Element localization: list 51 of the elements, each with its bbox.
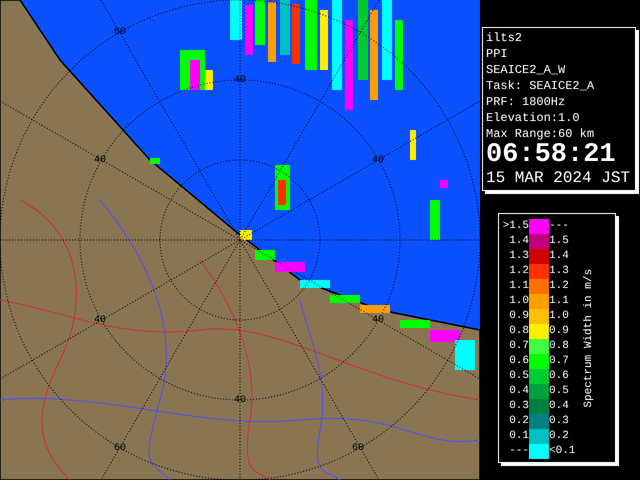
legend-lower-label: 0.4 [508, 384, 529, 398]
legend-upper-label: --- [549, 218, 570, 234]
legend-lower-label: 1.0 [508, 294, 529, 308]
legend-upper-label: <0.1 [549, 444, 576, 458]
legend-lower-label: 0.7 [508, 338, 529, 354]
range-label: 40 [372, 315, 384, 326]
legend-upper-label: 1.5 [549, 234, 570, 248]
legend-upper-label: 0.9 [549, 324, 570, 338]
legend-upper-label: 0.6 [549, 368, 570, 384]
info-line: Elevation:1.0 [486, 110, 581, 126]
range-label: 60 [114, 443, 126, 454]
range-label: 60 [352, 443, 364, 454]
legend-lower-label: 0.9 [508, 308, 529, 324]
legend-upper-label: 0.8 [549, 338, 570, 354]
info-line: ilts2 [486, 30, 524, 46]
legend-lower-label: 0.2 [508, 414, 529, 428]
legend-lower-label: >1.5 [502, 218, 529, 234]
range-label: 40 [234, 395, 246, 406]
legend-upper-label: 0.4 [549, 398, 570, 414]
legend-lower-label: 0.8 [508, 324, 529, 338]
legend-upper-label: 0.3 [549, 414, 570, 428]
legend-lower-label: 0.6 [508, 354, 529, 368]
info-line: PPI [486, 46, 509, 62]
range-label: 40 [94, 315, 106, 326]
legend-lower-label: 1.3 [508, 248, 529, 264]
date-display: 15 MAR 2024 JST [486, 168, 632, 188]
legend-lower-label: 0.1 [508, 428, 529, 444]
info-line: Max Range:60 km [486, 126, 596, 142]
legend-title: Spectrum Width in m/s [582, 268, 596, 408]
range-label: 60 [114, 27, 126, 38]
info-line: PRF: 1800Hz [486, 94, 566, 110]
legend-upper-label: 0.7 [549, 354, 570, 368]
info-line: SEAICE2_A_W [486, 62, 566, 78]
legend-upper-label: 1.2 [549, 278, 570, 294]
range-label: 40 [372, 155, 384, 166]
info-line: Task: SEAICE2_A [486, 78, 596, 94]
legend-lower-label: 1.2 [508, 264, 529, 278]
legend-upper-label: 0.5 [549, 384, 570, 398]
legend-upper-label: 1.3 [549, 264, 570, 278]
range-label: 40 [94, 155, 106, 166]
legend-upper-label: 1.1 [549, 294, 570, 308]
legend-lower-label: 0.3 [508, 398, 529, 414]
time-display: 06:58:21 [486, 142, 617, 168]
legend-upper-label: 1.4 [549, 248, 570, 264]
legend-lower-label: --- [508, 444, 529, 458]
range-label: 40 [234, 75, 246, 86]
legend-upper-label: 0.2 [549, 428, 570, 444]
legend-lower-label: 1.1 [508, 278, 529, 294]
legend-lower-label: 1.4 [508, 234, 529, 248]
legend-lower-label: 0.5 [508, 368, 529, 384]
legend-upper-label: 1.0 [549, 308, 570, 324]
